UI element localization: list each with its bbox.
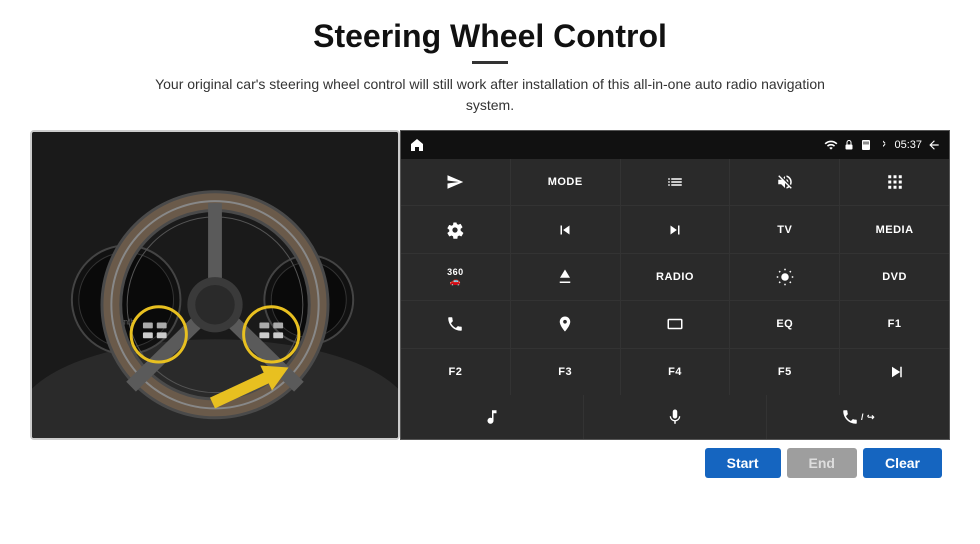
btn-phone[interactable] — [401, 301, 510, 347]
btn-eq[interactable]: EQ — [730, 301, 839, 347]
btn-f1[interactable]: F1 — [840, 301, 949, 347]
btn-list[interactable] — [621, 159, 730, 205]
bluetooth-icon — [877, 139, 889, 151]
title-divider — [472, 61, 508, 64]
btn-f4[interactable]: F4 — [621, 349, 730, 395]
wifi-icon — [824, 138, 838, 152]
content-row: km/h — [30, 130, 950, 440]
btn-play-pause[interactable] — [840, 349, 949, 395]
btn-music[interactable] — [401, 395, 583, 439]
back-icon — [927, 138, 941, 152]
page-title: Steering Wheel Control — [313, 18, 667, 55]
btn-dvd[interactable]: DVD — [840, 254, 949, 300]
btn-rectangle[interactable] — [621, 301, 730, 347]
btn-send[interactable] — [401, 159, 510, 205]
btn-skip-back[interactable] — [511, 206, 620, 252]
sd-icon — [860, 139, 872, 151]
button-grid: MODE — [401, 159, 949, 395]
status-bar-right: 05:37 — [824, 138, 941, 152]
steering-wheel-image: km/h — [30, 130, 400, 440]
btn-tv[interactable]: TV — [730, 206, 839, 252]
android-panel: 05:37 MODE — [400, 130, 950, 440]
btn-skip-forward[interactable] — [621, 206, 730, 252]
start-button[interactable]: Start — [705, 448, 781, 478]
btn-f3[interactable]: F3 — [511, 349, 620, 395]
home-icon — [409, 137, 425, 153]
btn-settings[interactable] — [401, 206, 510, 252]
btn-navi[interactable] — [511, 301, 620, 347]
clear-button[interactable]: Clear — [863, 448, 942, 478]
btn-mode[interactable]: MODE — [511, 159, 620, 205]
status-time: 05:37 — [894, 139, 922, 151]
page-container: Steering Wheel Control Your original car… — [0, 0, 980, 544]
btn-phone-call[interactable]: / ↪ — [767, 395, 949, 439]
end-button[interactable]: End — [787, 448, 857, 478]
bottom-bar: Start End Clear — [30, 442, 950, 484]
btn-f2[interactable]: F2 — [401, 349, 510, 395]
last-button-row: / ↪ — [401, 395, 949, 439]
status-bar: 05:37 — [401, 131, 949, 159]
btn-brightness[interactable] — [730, 254, 839, 300]
btn-radio[interactable]: RADIO — [621, 254, 730, 300]
btn-volume-mute[interactable] — [730, 159, 839, 205]
status-bar-left — [409, 137, 425, 153]
btn-360cam[interactable]: 360🚗 — [401, 254, 510, 300]
btn-f5[interactable]: F5 — [730, 349, 839, 395]
btn-eject[interactable] — [511, 254, 620, 300]
btn-media[interactable]: MEDIA — [840, 206, 949, 252]
btn-grid[interactable] — [840, 159, 949, 205]
btn-microphone[interactable] — [584, 395, 766, 439]
lock-icon — [843, 139, 855, 151]
page-subtitle: Your original car's steering wheel contr… — [150, 74, 830, 116]
